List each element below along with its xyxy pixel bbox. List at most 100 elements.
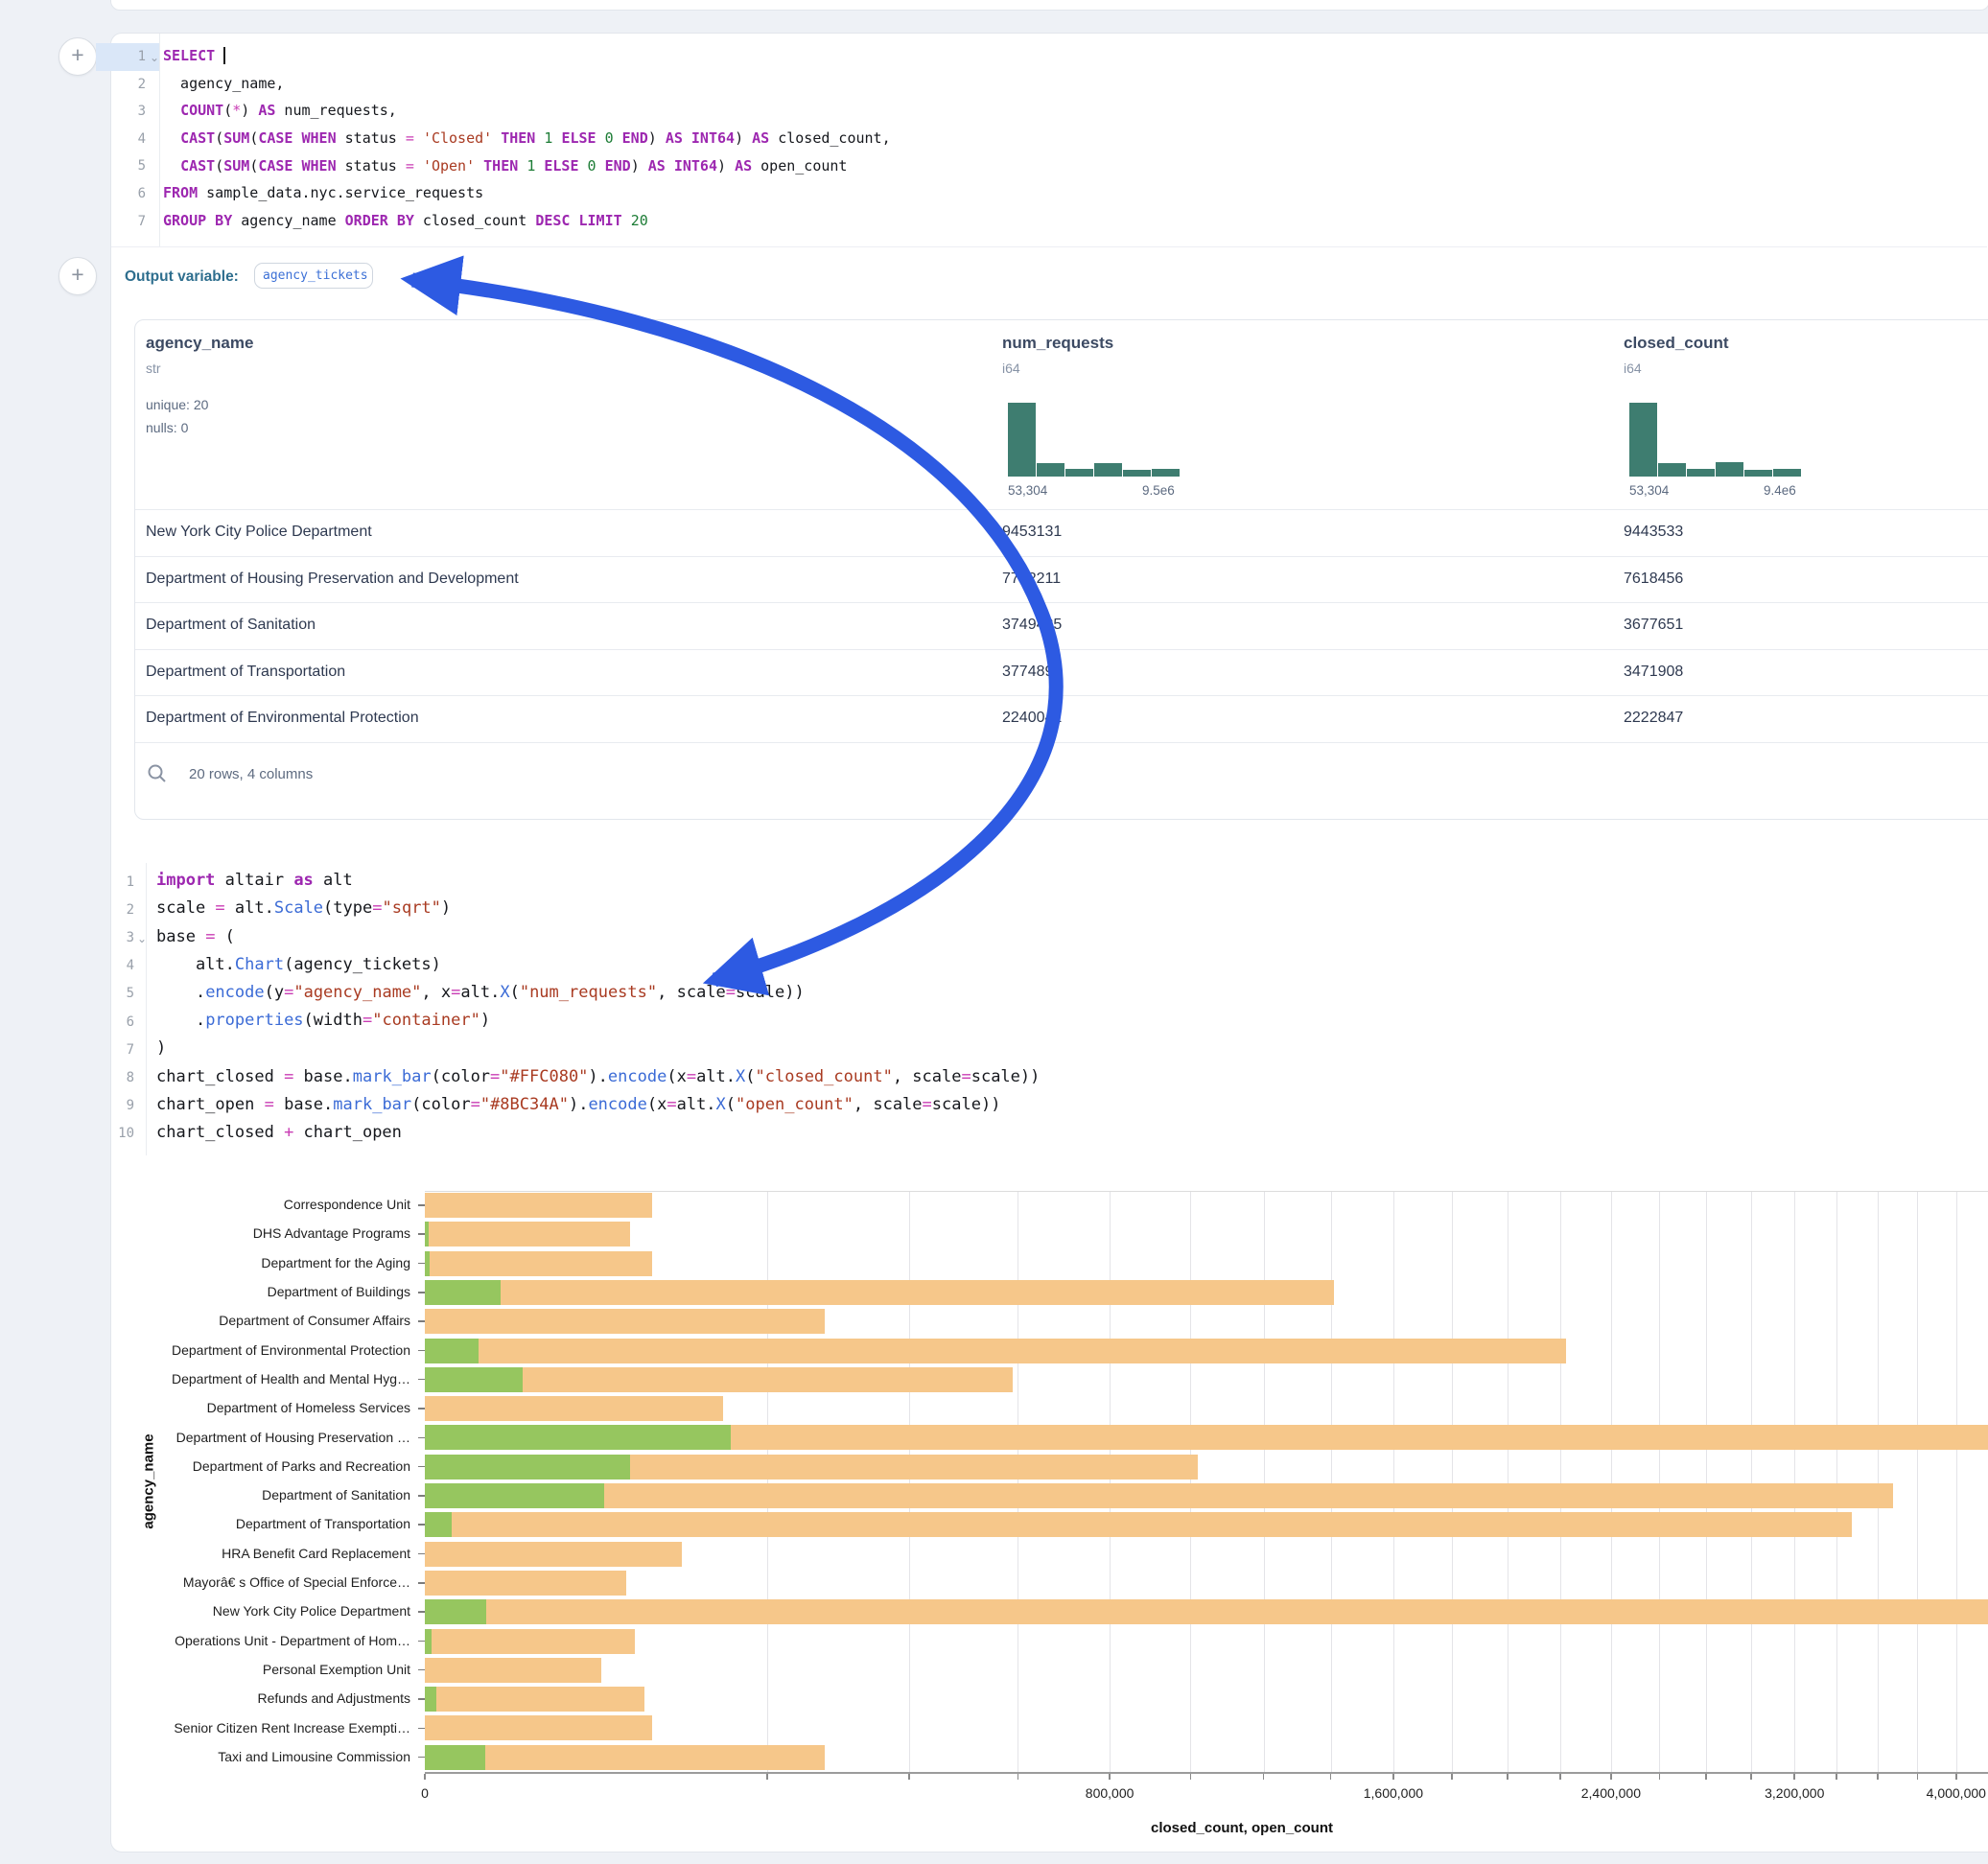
bar-open	[425, 1512, 452, 1537]
y-axis-tick	[418, 1320, 425, 1322]
bar-closed	[425, 1309, 825, 1334]
bar-closed	[425, 1396, 723, 1421]
x-axis-tick	[1507, 1774, 1509, 1780]
bar-closed	[425, 1251, 652, 1276]
table-row[interactable]: Department of Environmental Protection22…	[135, 696, 1988, 742]
chart-gridline	[767, 1191, 768, 1772]
python-line-number: 8	[92, 1070, 134, 1085]
table-column-header[interactable]: agency_name	[146, 334, 253, 353]
table-cell: 9453131	[1002, 524, 1062, 541]
column-histogram-bar	[1744, 470, 1772, 477]
table-cell: Department of Environmental Protection	[146, 710, 419, 727]
table-cell: 3471908	[1624, 664, 1683, 681]
chart-gridline	[1452, 1191, 1453, 1772]
altair-chart: Correspondence UnitDHS Advantage Program…	[0, 0, 1988, 1864]
python-code-line: import altair as alt	[156, 871, 353, 890]
python-line-number: 7	[92, 1042, 134, 1058]
bar-closed	[425, 1599, 1988, 1624]
chart-gridline	[1836, 1191, 1837, 1772]
y-axis-tick	[418, 1379, 425, 1381]
table-column-dtype: i64	[1624, 361, 1642, 376]
python-line-number: 5	[92, 986, 134, 1001]
y-axis-label: Department of Homeless Services	[0, 1400, 410, 1415]
y-axis-label: Department of Parks and Recreation	[0, 1458, 410, 1474]
bar-open	[425, 1367, 523, 1392]
chart-gridline	[1393, 1191, 1394, 1772]
y-axis-label: Department of Transportation	[0, 1516, 410, 1531]
x-tick-label: 0	[421, 1785, 429, 1801]
y-axis-tick	[418, 1233, 425, 1235]
table-row[interactable]: Department of Transportation377489234719…	[135, 650, 1988, 696]
bar-closed	[425, 1222, 630, 1247]
table-row[interactable]: Department of Sanitation37494853677651	[135, 603, 1988, 649]
column-histogram-bar	[1716, 462, 1743, 477]
y-axis-label: Department of Health and Mental Hyg…	[0, 1371, 410, 1386]
chart-gridline	[1331, 1191, 1332, 1772]
histogram-max-label: 9.4e6	[1764, 483, 1796, 498]
x-axis-tick	[1559, 1774, 1561, 1780]
table-cell: 3677651	[1624, 617, 1683, 634]
bar-closed	[425, 1483, 1893, 1508]
column-histogram-bar	[1658, 463, 1686, 477]
x-tick-label: 800,000	[1086, 1785, 1134, 1801]
python-line-number: 4	[92, 958, 134, 973]
chart-gridline	[1878, 1191, 1879, 1772]
x-tick-label: 3,200,000	[1765, 1785, 1824, 1801]
sql-code-line: GROUP BY agency_name ORDER BY closed_cou…	[163, 212, 648, 229]
x-axis-tick	[1877, 1774, 1879, 1780]
python-code-line: )	[156, 1038, 166, 1058]
column-histogram-bar	[1152, 469, 1180, 477]
table-column-header[interactable]: closed_count	[1624, 334, 1729, 353]
table-cell: Department of Sanitation	[146, 617, 316, 634]
y-axis-title: agency_name	[141, 1433, 157, 1528]
bar-closed	[425, 1658, 601, 1683]
y-axis-label: New York City Police Department	[0, 1603, 410, 1619]
chart-gridline	[1110, 1191, 1111, 1772]
python-code-line: .properties(width="container")	[156, 1011, 490, 1030]
column-histogram-bar	[1008, 403, 1036, 477]
python-line-number: 9	[92, 1098, 134, 1113]
y-axis-tick	[418, 1437, 425, 1439]
x-axis-tick	[1659, 1774, 1661, 1780]
x-axis-line	[425, 1772, 1988, 1774]
x-axis-tick	[1750, 1774, 1752, 1780]
chart-gridline	[1917, 1191, 1918, 1772]
y-axis-label: Refunds and Adjustments	[0, 1690, 410, 1706]
bar-closed	[425, 1715, 652, 1740]
table-column-stat: unique: 20	[146, 397, 208, 412]
table-cell: New York City Police Department	[146, 524, 372, 541]
bar-closed	[425, 1512, 1852, 1537]
x-axis-title: closed_count, open_count	[1151, 1820, 1333, 1836]
y-axis-label: Operations Unit - Department of Hom…	[0, 1633, 410, 1648]
bar-open	[425, 1483, 604, 1508]
python-fold-chevron-icon[interactable]: ⌄	[137, 932, 147, 945]
bar-open	[425, 1251, 430, 1276]
x-axis-tick	[1705, 1774, 1707, 1780]
x-axis-tick	[1190, 1774, 1192, 1780]
x-axis-tick	[1109, 1774, 1111, 1780]
x-axis-tick	[1330, 1774, 1332, 1780]
table-row[interactable]: New York City Police Department945313194…	[135, 510, 1988, 556]
sql-fold-chevron-icon[interactable]: ⌄	[150, 51, 159, 64]
table-column-header[interactable]: num_requests	[1002, 334, 1113, 353]
column-histogram-bar	[1773, 469, 1801, 477]
chart-gridline	[909, 1191, 910, 1772]
chart-gridline	[1659, 1191, 1660, 1772]
python-code-line: alt.Chart(agency_tickets)	[156, 955, 441, 974]
bar-open	[425, 1745, 485, 1770]
x-axis-tick	[908, 1774, 910, 1780]
search-icon[interactable]	[147, 763, 168, 784]
y-axis-tick	[418, 1553, 425, 1555]
y-axis-label: Department for the Aging	[0, 1255, 410, 1270]
python-code-line: .encode(y="agency_name", x=alt.X("num_re…	[156, 983, 805, 1002]
sql-code-line: CAST(SUM(CASE WHEN status = 'Open' THEN …	[163, 157, 847, 175]
sql-line-number: 6	[104, 186, 146, 201]
y-axis-label: Department of Sanitation	[0, 1487, 410, 1503]
x-axis-tick	[1392, 1774, 1394, 1780]
notebook-page: + + Output variable: agency_tickets Corr…	[0, 0, 1988, 1864]
bar-closed	[425, 1687, 644, 1712]
table-column-dtype: str	[146, 361, 161, 376]
table-row[interactable]: Department of Housing Preservation and D…	[135, 557, 1988, 603]
x-axis-tick	[1836, 1774, 1837, 1780]
x-axis-tick	[1793, 1774, 1795, 1780]
